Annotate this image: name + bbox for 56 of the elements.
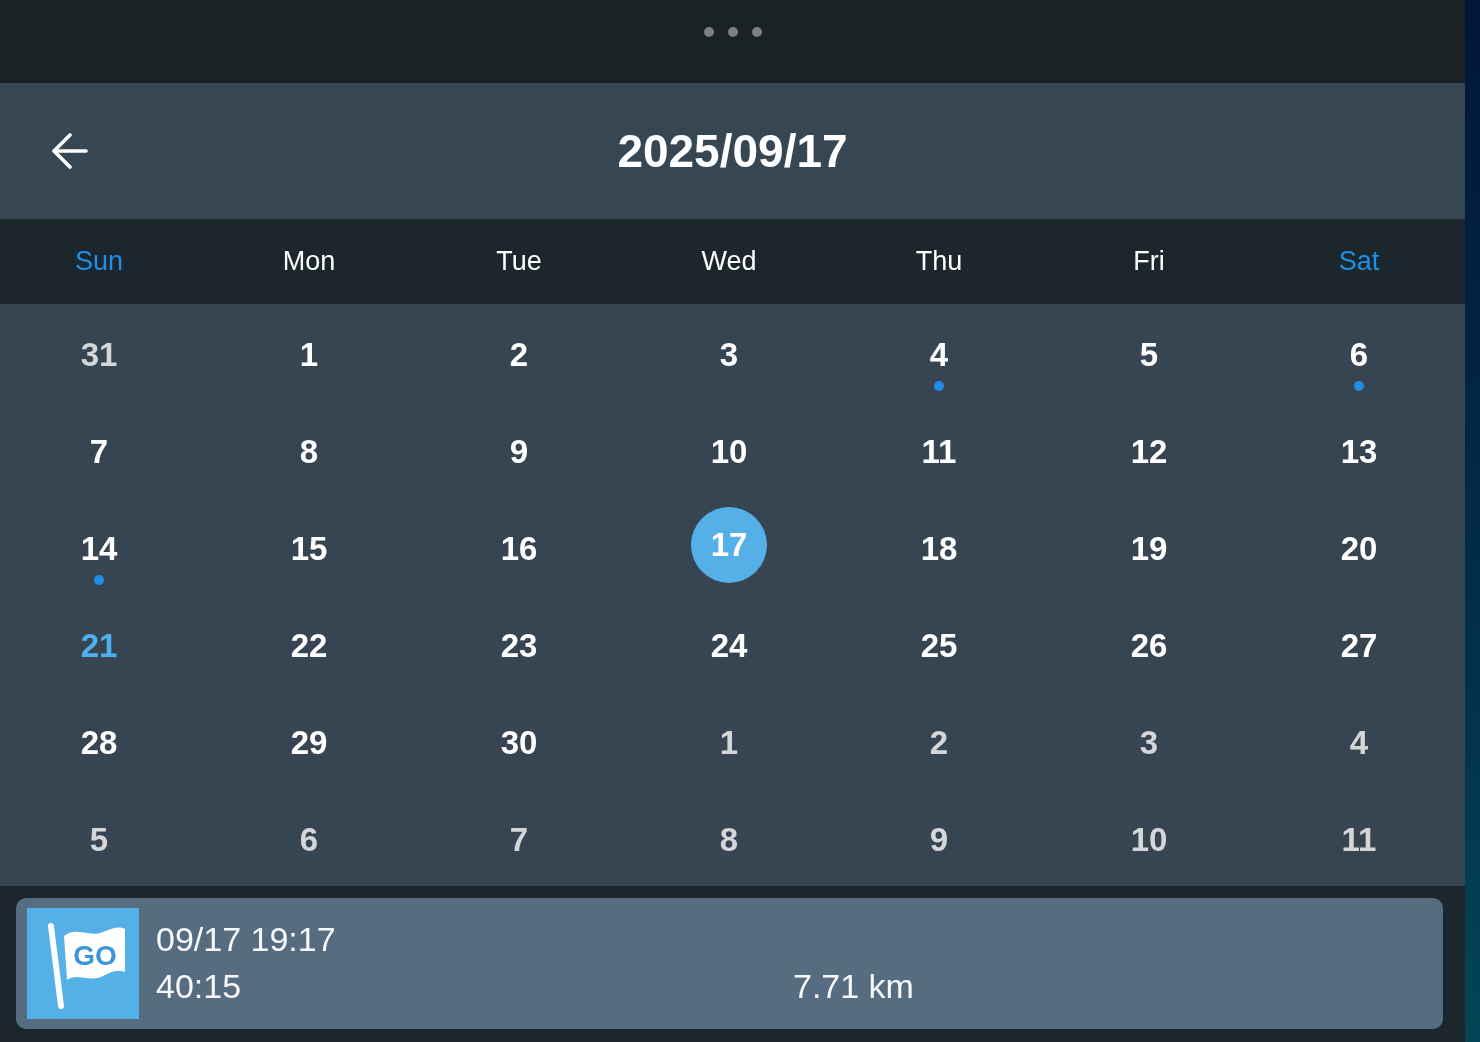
calendar-day[interactable]: 11 (921, 435, 957, 468)
weekday-label: Tue (496, 248, 542, 275)
calendar-day[interactable]: 24 (710, 629, 748, 662)
calendar-day[interactable]: 12 (1130, 435, 1168, 468)
calendar-day[interactable]: 6 (299, 823, 319, 856)
calendar-day[interactable]: 20 (1340, 532, 1378, 565)
calendar-day[interactable]: 1 (299, 338, 319, 371)
calendar-day[interactable]: 19 (1130, 532, 1168, 565)
calendar-day[interactable]: 5 (89, 823, 109, 856)
calendar-day[interactable]: 23 (500, 629, 538, 662)
weekday-label: Sun (74, 248, 123, 275)
calendar-day[interactable]: 8 (299, 435, 319, 468)
calendar-day[interactable]: 9 (509, 435, 529, 468)
activity-distance: 7.71 km (793, 968, 914, 1006)
weekday-label: Mon (282, 248, 336, 275)
calendar-day[interactable]: 8 (719, 823, 739, 856)
calendar-day[interactable]: 27 (1340, 629, 1378, 662)
calendar-day[interactable]: 4 (929, 338, 949, 371)
calendar-day[interactable]: 29 (290, 726, 328, 759)
back-button[interactable] (52, 133, 88, 169)
calendar-day[interactable]: 4 (1349, 726, 1369, 759)
calendar-day[interactable]: 11 (1341, 823, 1377, 856)
calendar-day[interactable]: 30 (500, 726, 538, 759)
calendar-day[interactable]: 22 (290, 629, 328, 662)
calendar-day[interactable]: 16 (500, 532, 538, 565)
flag-icon: GO (27, 908, 139, 1019)
calendar-day[interactable]: 13 (1340, 435, 1378, 468)
calendar-day[interactable]: 14 (80, 532, 118, 565)
calendar-day[interactable]: 5 (1139, 338, 1159, 371)
calendar-day[interactable]: 25 (920, 629, 958, 662)
activity-duration: 40:15 (156, 968, 242, 1006)
calendar-day[interactable]: 1 (719, 726, 739, 759)
weekday-label: Thu (915, 248, 963, 275)
calendar-day[interactable]: 15 (290, 532, 328, 565)
weekday-label: Fri (1133, 248, 1165, 275)
calendar-day[interactable]: 7 (509, 823, 529, 856)
calendar-day[interactable]: 31 (80, 338, 118, 371)
calendar-day[interactable]: 28 (80, 726, 118, 759)
calendar-day[interactable]: 3 (1139, 726, 1159, 759)
activity-card[interactable]: GO 09/17 19:17 40:15 7.71 km (16, 898, 1443, 1029)
calendar-day[interactable]: 9 (929, 823, 949, 856)
weekday-label: Sat (1338, 248, 1380, 275)
dots-icon[interactable] (703, 27, 762, 37)
weekday-label: Wed (701, 248, 757, 275)
calendar-day[interactable]: 10 (710, 435, 748, 468)
calendar-day[interactable]: 26 (1130, 629, 1168, 662)
calendar-day[interactable]: 18 (920, 532, 958, 565)
calendar-day[interactable]: 2 (509, 338, 529, 371)
calendar-day[interactable]: 10 (1130, 823, 1168, 856)
calendar-day[interactable]: 6 (1349, 338, 1369, 371)
calendar-day[interactable]: 21 (80, 629, 118, 662)
calendar-day[interactable]: 2 (929, 726, 949, 759)
calendar-day[interactable]: 3 (719, 338, 739, 371)
date-title: 2025/09/17 (617, 128, 848, 174)
calendar-day[interactable]: 7 (89, 435, 109, 468)
activity-datetime: 09/17 19:17 (156, 921, 336, 959)
